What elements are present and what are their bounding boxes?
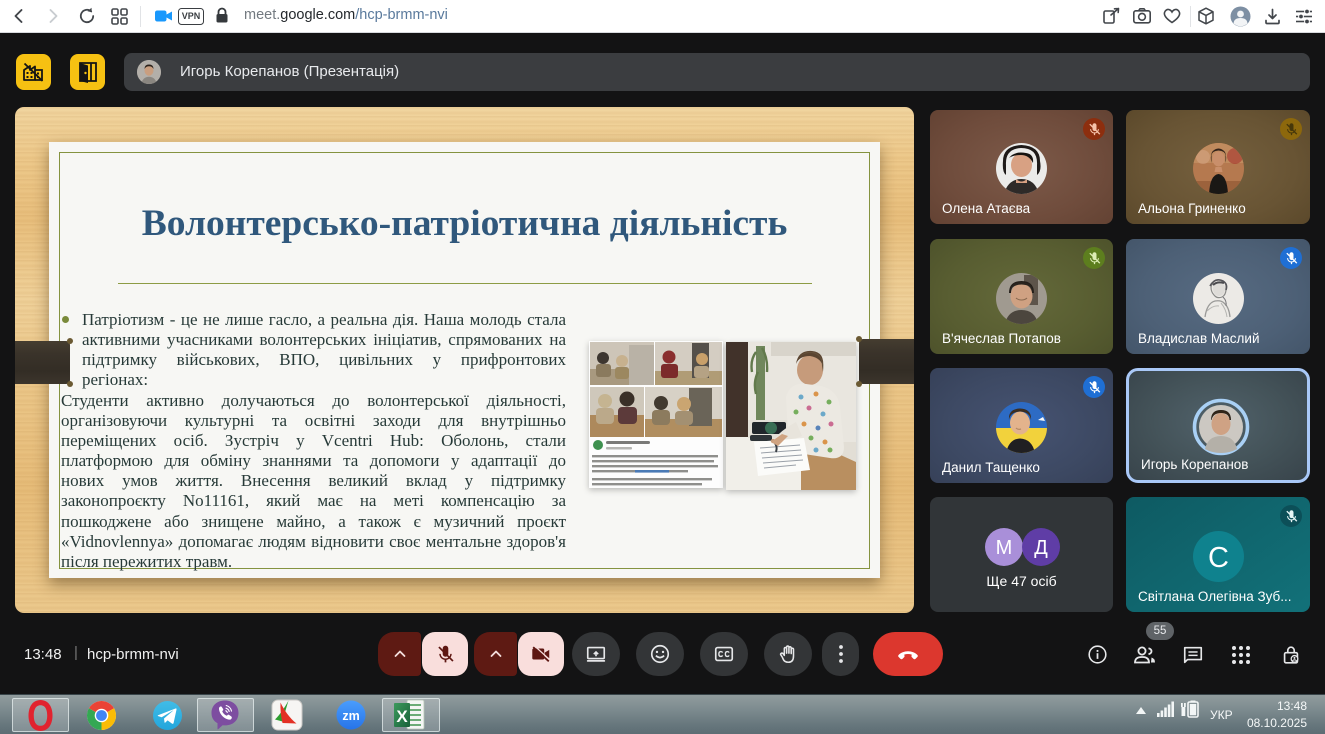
svg-text:zm: zm — [342, 709, 359, 723]
svg-text:М: М — [996, 537, 1013, 559]
svg-text:X: X — [396, 707, 408, 726]
svg-text:Д: Д — [1034, 537, 1048, 559]
svg-text:С: С — [1208, 542, 1229, 574]
